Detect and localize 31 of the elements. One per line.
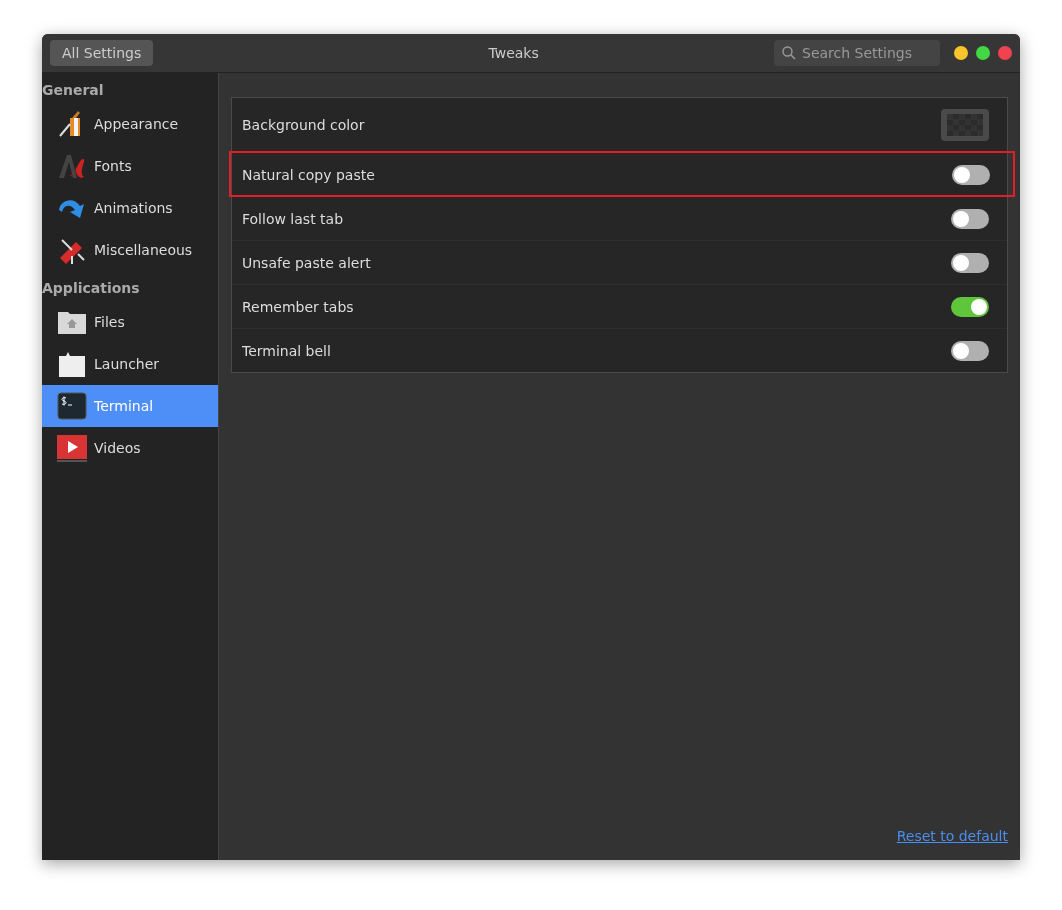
reset-link[interactable]: Reset to default [896,828,1008,844]
search-field[interactable]: Search Settings [774,40,940,66]
toggle-switch[interactable] [951,296,989,317]
maximize-button[interactable] [976,46,990,60]
toggle-switch[interactable] [951,340,989,361]
window-title: Tweaks [487,45,540,61]
setting-label: Remember tabs [242,298,354,315]
sidebar-item[interactable]: Videos [42,427,218,469]
sidebar-item[interactable]: Files [42,301,218,343]
setting-label: Natural copy paste [242,166,375,183]
sidebar-item[interactable]: Launcher [42,343,218,385]
sidebar-item[interactable]: Animations [42,187,218,229]
search-icon [782,46,796,60]
sidebar-item[interactable]: Miscellaneous [42,229,218,271]
color-button[interactable] [941,109,989,141]
toggle-switch[interactable] [951,252,989,273]
minimize-button[interactable] [954,46,968,60]
setting-label: Follow last tab [242,210,344,227]
sidebar-item[interactable]: Appearance [42,103,218,145]
toggle-switch[interactable] [952,164,990,185]
setting-label: Background color [242,117,365,133]
setting-label: Unsafe paste alert [242,254,371,271]
section-header: Applications [42,279,141,298]
sidebar-item[interactable]: Fonts [42,145,218,187]
all-settings-button[interactable]: All Settings [50,40,154,66]
play-icon [56,432,88,464]
toggle-switch[interactable] [951,208,989,229]
close-button[interactable] [998,46,1012,60]
section-header: General [42,81,105,100]
setting-label: Terminal bell [242,342,331,359]
terminal-icon [56,390,88,422]
